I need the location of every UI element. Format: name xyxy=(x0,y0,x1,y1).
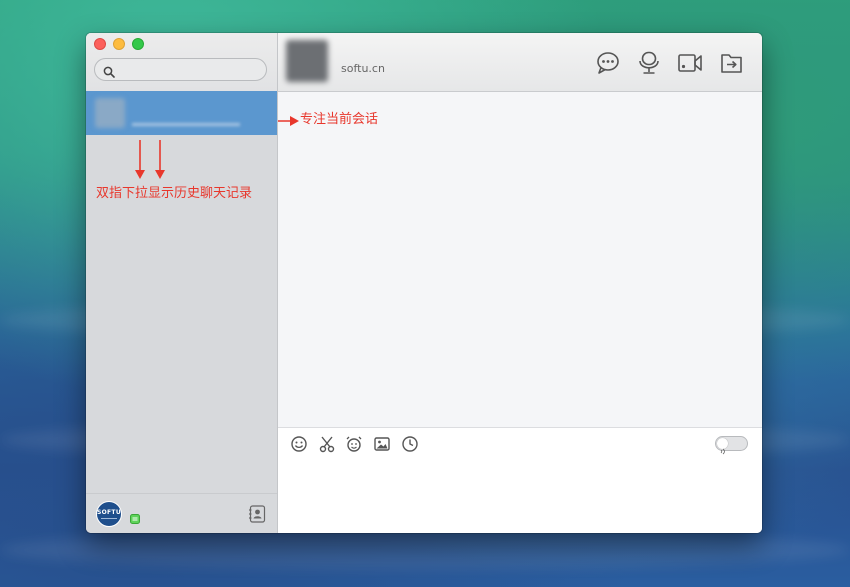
wallpaper-wave xyxy=(0,530,850,570)
chat-panel: softu.cn 专注当前会话 xyxy=(278,33,762,533)
compose-area xyxy=(278,427,762,533)
search-icon xyxy=(103,63,115,82)
message-input[interactable] xyxy=(286,460,756,530)
search-box[interactable] xyxy=(94,58,267,81)
online-status-icon[interactable] xyxy=(130,509,140,528)
video-camera-icon[interactable] xyxy=(677,51,703,75)
close-button[interactable] xyxy=(94,38,106,50)
sidebar: 双指下拉显示历史聊天记录 SOFTU xyxy=(86,33,278,533)
toggle-knob xyxy=(717,438,728,455)
focus-hint-annotation: 专注当前会话 xyxy=(300,112,379,127)
screenshot-scissors-icon[interactable] xyxy=(318,435,336,453)
search-input[interactable] xyxy=(121,61,265,80)
qq-window: 双指下拉显示历史聊天记录 SOFTU softu.cn 专注当前会话 xyxy=(86,33,762,533)
session-preview xyxy=(132,123,240,126)
history-clock-icon[interactable] xyxy=(401,435,419,453)
sound-waves-icon xyxy=(720,440,727,459)
message-area[interactable]: 专注当前会话 xyxy=(278,92,762,427)
contacts-book-icon[interactable] xyxy=(249,505,266,527)
avatar[interactable]: SOFTU xyxy=(96,501,122,527)
arrow-down-icon xyxy=(155,140,165,184)
session-item[interactable] xyxy=(86,91,277,135)
voice-message-toggle[interactable] xyxy=(715,436,748,455)
emoji-icon[interactable] xyxy=(290,435,308,453)
sidebar-header xyxy=(86,33,277,92)
contact-avatar[interactable] xyxy=(286,40,328,82)
image-icon[interactable] xyxy=(373,435,391,453)
chat-header: softu.cn xyxy=(278,33,762,92)
shake-icon[interactable] xyxy=(345,435,363,453)
maximize-button[interactable] xyxy=(132,38,144,50)
history-hint-annotation: 双指下拉显示历史聊天记录 xyxy=(96,186,253,201)
avatar-subline xyxy=(101,517,117,519)
send-file-icon[interactable] xyxy=(719,51,745,75)
minimize-button[interactable] xyxy=(113,38,125,50)
voice-mic-icon[interactable] xyxy=(636,51,662,75)
avatar-text: SOFTU xyxy=(97,508,121,516)
chat-bubble-icon[interactable] xyxy=(595,51,621,75)
sidebar-footer: SOFTU xyxy=(86,493,277,533)
arrow-down-icon xyxy=(135,140,145,184)
arrow-right-icon xyxy=(278,111,300,130)
session-avatar xyxy=(95,98,125,128)
contact-subtitle: softu.cn xyxy=(341,62,385,75)
